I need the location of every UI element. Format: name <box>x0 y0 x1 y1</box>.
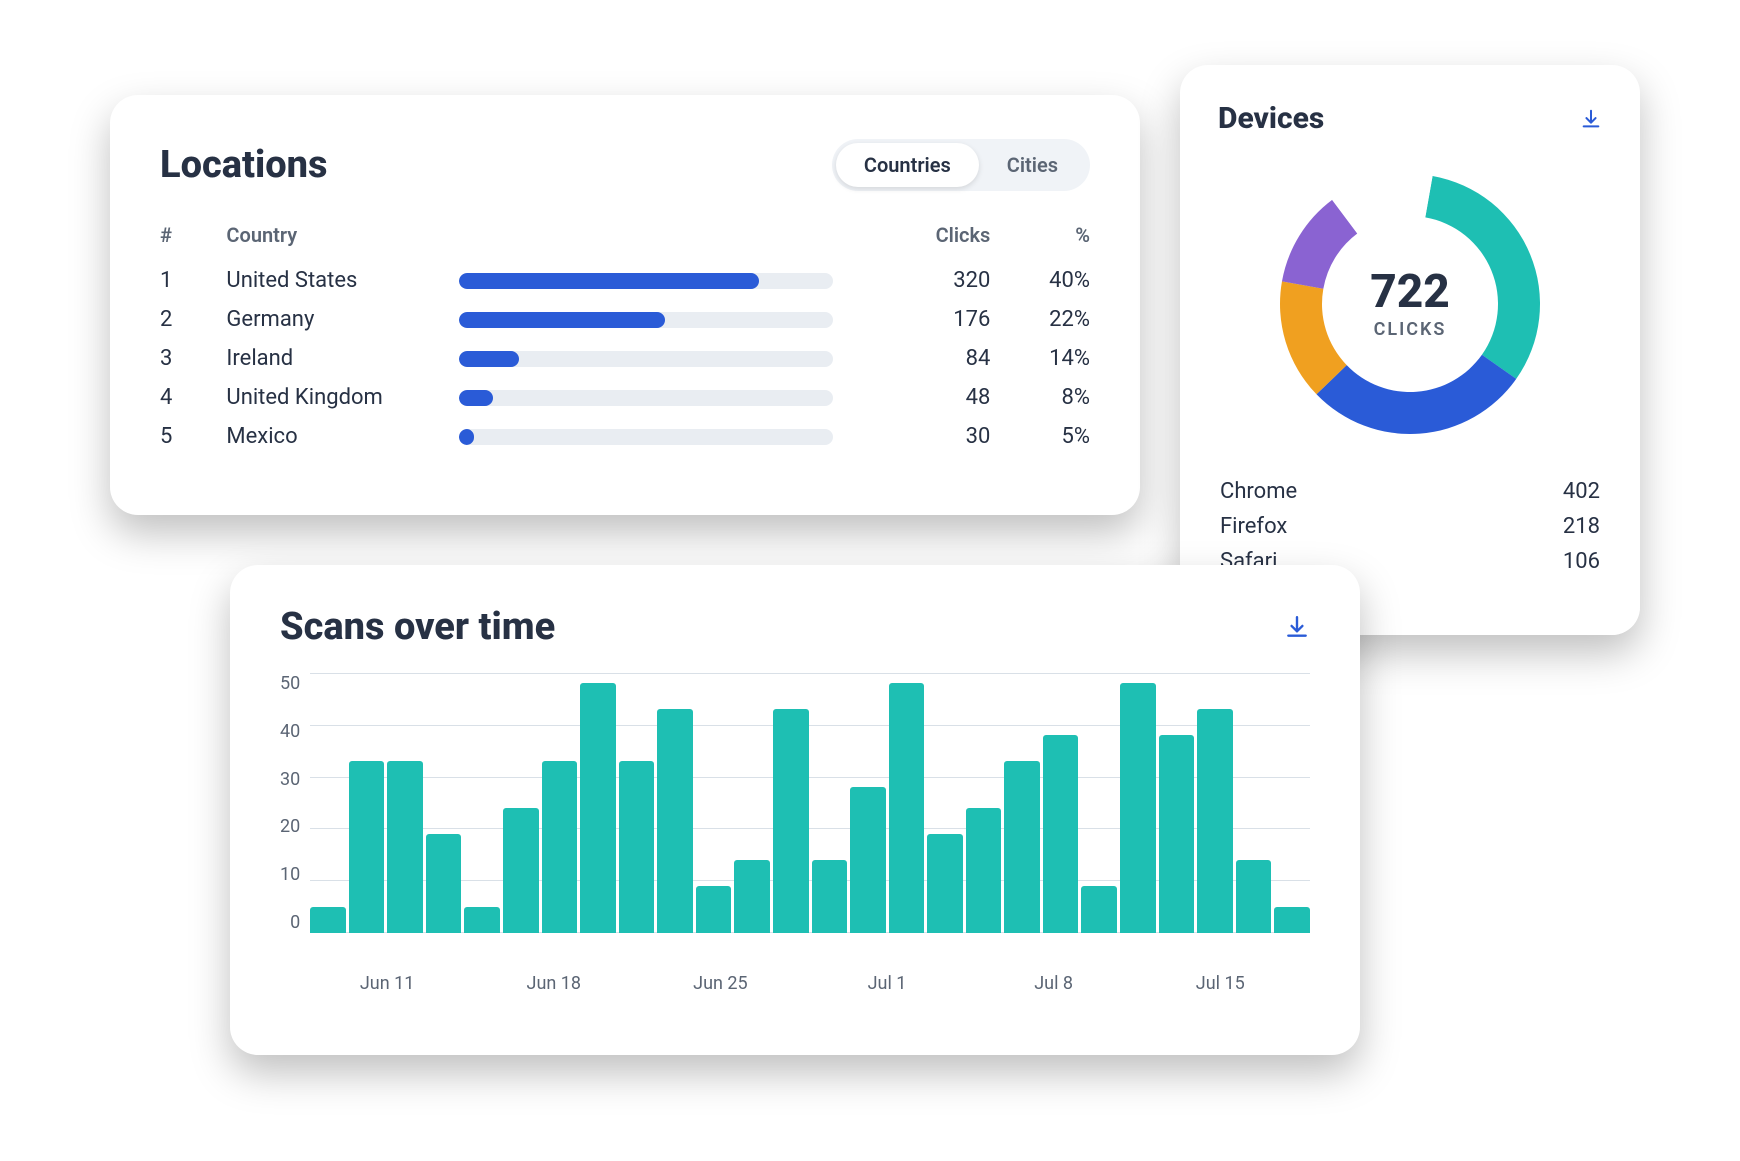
scan-bar <box>503 808 539 933</box>
cell-country: Mexico <box>226 417 459 456</box>
cell-clicks: 84 <box>857 339 990 378</box>
devices-title: Devices <box>1218 101 1324 136</box>
scan-bar <box>927 834 963 933</box>
table-row: 3Ireland 8414% <box>160 339 1090 378</box>
scan-bar <box>696 886 732 933</box>
scan-bar <box>464 907 500 933</box>
scan-bar <box>1159 735 1195 933</box>
scan-bar <box>387 761 423 933</box>
col-rank: # <box>160 217 226 261</box>
scans-bar-chart: 50 40 30 20 10 0 Jun 11 Jun 18 Jun 25 Jul 1 Jul 8… <box>280 673 1310 993</box>
locations-title: Locations <box>160 143 328 187</box>
cell-country: United States <box>226 261 459 300</box>
table-row: 1United States 32040% <box>160 261 1090 300</box>
scan-bar <box>657 709 693 933</box>
scan-bar <box>1274 907 1310 933</box>
device-value: 106 <box>1563 549 1600 574</box>
device-value: 218 <box>1563 514 1600 539</box>
device-value: 402 <box>1563 479 1600 504</box>
cell-pct: 40% <box>990 261 1090 300</box>
y-tick: 30 <box>280 769 300 790</box>
scan-bar <box>542 761 578 933</box>
cell-clicks: 320 <box>857 261 990 300</box>
scan-bar <box>966 808 1002 933</box>
cell-clicks: 48 <box>857 378 990 417</box>
x-tick: Jul 1 <box>868 973 907 994</box>
scan-bar <box>1081 886 1117 933</box>
cell-rank: 4 <box>160 378 226 417</box>
cell-clicks: 176 <box>857 300 990 339</box>
scans-card: Scans over time 50 40 30 20 10 0 Jun 11 Jun 18… <box>230 565 1360 1055</box>
tab-cities[interactable]: Cities <box>979 143 1086 187</box>
cell-rank: 5 <box>160 417 226 456</box>
y-tick: 50 <box>280 673 300 694</box>
locations-table: # Country Clicks % 1United States32040%2… <box>160 217 1090 456</box>
locations-card: Locations Countries Cities # Country Cli… <box>110 95 1140 515</box>
scan-bar <box>426 834 462 933</box>
cell-bar <box>459 339 858 378</box>
scan-bar <box>850 787 886 933</box>
scan-bar <box>734 860 770 933</box>
scan-bar <box>773 709 809 933</box>
cell-bar <box>459 300 858 339</box>
table-row: 2Germany 17622% <box>160 300 1090 339</box>
col-pct: % <box>990 217 1090 261</box>
cell-rank: 3 <box>160 339 226 378</box>
download-icon[interactable] <box>1580 108 1602 130</box>
locations-tab-group: Countries Cities <box>832 139 1090 191</box>
cell-clicks: 30 <box>857 417 990 456</box>
scan-bar <box>812 860 848 933</box>
x-tick: Jul 8 <box>1034 973 1073 994</box>
scan-bar <box>1004 761 1040 933</box>
devices-total-label: CLICKS <box>1374 319 1447 340</box>
x-tick: Jun 11 <box>360 973 415 994</box>
scan-bar <box>889 683 925 933</box>
cell-bar <box>459 378 858 417</box>
devices-card: Devices 722 CLICKS Chrome402Firefox218Sa… <box>1180 65 1640 635</box>
devices-list: Chrome402Firefox218Safari106 <box>1218 474 1602 579</box>
tab-countries[interactable]: Countries <box>836 143 979 187</box>
cell-country: Germany <box>226 300 459 339</box>
list-item: Chrome 402 <box>1218 474 1602 509</box>
x-tick: Jul 15 <box>1196 973 1245 994</box>
scan-bar <box>1043 735 1079 933</box>
scan-bar <box>580 683 616 933</box>
table-row: 5Mexico 305% <box>160 417 1090 456</box>
list-item: Firefox 218 <box>1218 509 1602 544</box>
devices-donut-chart: 722 CLICKS <box>1260 154 1560 454</box>
col-country: Country <box>226 217 459 261</box>
table-row: 4United Kingdom 488% <box>160 378 1090 417</box>
cell-country: United Kingdom <box>226 378 459 417</box>
x-tick: Jun 18 <box>527 973 582 994</box>
cell-pct: 14% <box>990 339 1090 378</box>
y-tick: 40 <box>280 721 300 742</box>
cell-pct: 8% <box>990 378 1090 417</box>
cell-bar <box>459 417 858 456</box>
cell-pct: 5% <box>990 417 1090 456</box>
scan-bar <box>1197 709 1233 933</box>
cell-bar <box>459 261 858 300</box>
cell-country: Ireland <box>226 339 459 378</box>
y-tick: 10 <box>280 864 300 885</box>
col-clicks: Clicks <box>857 217 990 261</box>
download-icon[interactable] <box>1284 614 1310 640</box>
x-tick: Jun 25 <box>693 973 748 994</box>
y-tick: 20 <box>280 816 300 837</box>
y-tick: 0 <box>290 912 300 933</box>
cell-pct: 22% <box>990 300 1090 339</box>
scans-title: Scans over time <box>280 605 555 649</box>
device-name: Chrome <box>1220 479 1297 504</box>
scan-bar <box>310 907 346 933</box>
scan-bar <box>1236 860 1272 933</box>
devices-total: 722 <box>1370 269 1450 315</box>
scan-bar <box>1120 683 1156 933</box>
device-name: Firefox <box>1220 514 1287 539</box>
cell-rank: 1 <box>160 261 226 300</box>
cell-rank: 2 <box>160 300 226 339</box>
scan-bar <box>349 761 385 933</box>
scan-bar <box>619 761 655 933</box>
